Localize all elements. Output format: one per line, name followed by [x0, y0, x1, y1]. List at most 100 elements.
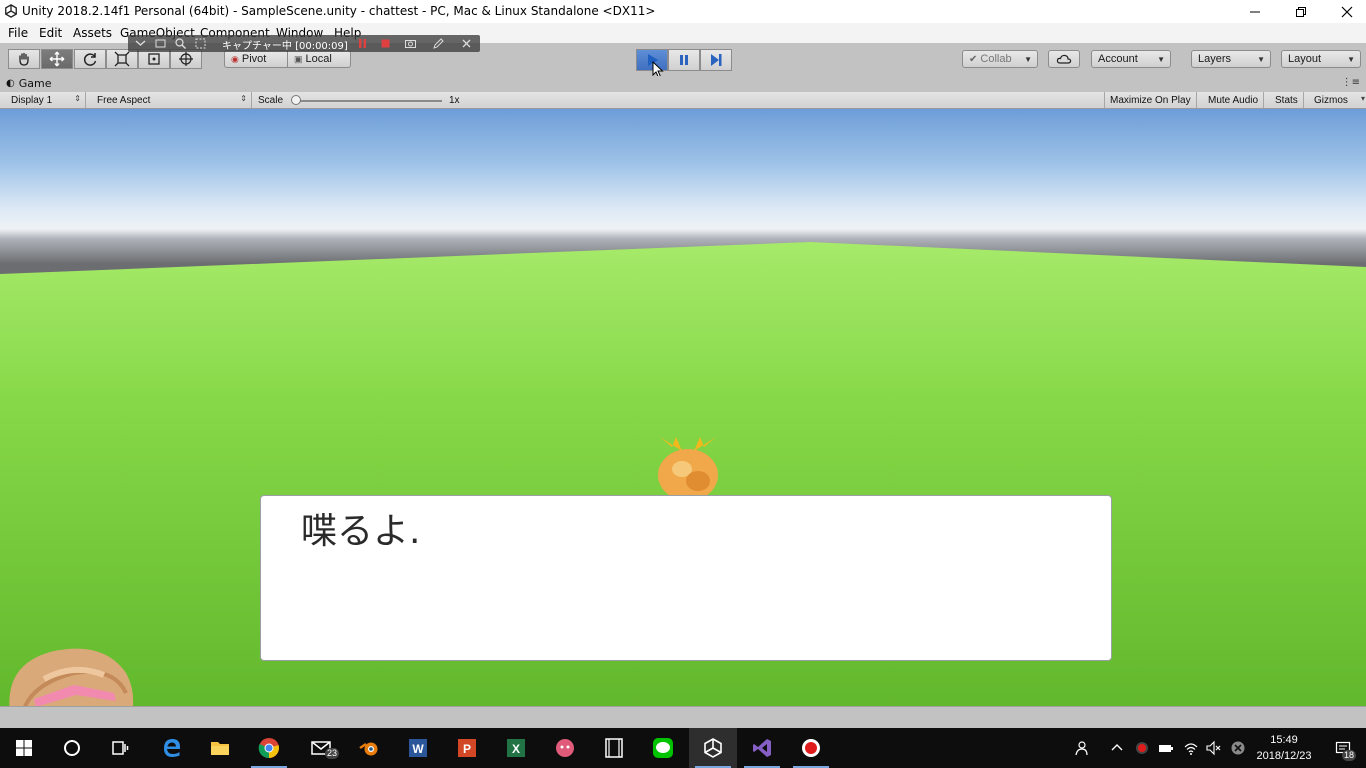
- recorder-zoom-icon[interactable]: [174, 37, 187, 50]
- chrome-app[interactable]: [245, 728, 293, 768]
- gizmos-dropdown[interactable]: Gizmos ▾: [1309, 92, 1366, 108]
- menu-assets[interactable]: Assets: [73, 26, 112, 40]
- layers-label: Layers: [1198, 53, 1232, 65]
- collab-caret-icon: ▼: [1024, 55, 1032, 64]
- recorder-stop-icon[interactable]: [379, 37, 392, 50]
- visual-studio-app[interactable]: [738, 728, 786, 768]
- film-strip-icon: [605, 738, 623, 758]
- edge-app[interactable]: [148, 728, 196, 768]
- account-dropdown[interactable]: Account ▼: [1091, 50, 1171, 68]
- scale-tool-button[interactable]: [106, 49, 138, 69]
- step-icon: [711, 54, 722, 66]
- line-chat-icon: [653, 738, 673, 758]
- window-title: Unity 2018.2.14f1 Personal (64bit) - Sam…: [22, 4, 656, 18]
- action-center-button[interactable]: 18: [1328, 728, 1358, 768]
- powerpoint-app[interactable]: P: [443, 728, 491, 768]
- collab-dropdown[interactable]: ✔ Collab ▼: [962, 50, 1038, 68]
- hand-tool-button[interactable]: [8, 49, 40, 69]
- pause-button[interactable]: [668, 49, 700, 71]
- file-explorer-app[interactable]: [196, 728, 244, 768]
- layers-caret-icon: ▼: [1257, 55, 1265, 64]
- wifi-icon: [1184, 743, 1198, 755]
- error-circle-icon: [1231, 741, 1245, 755]
- start-button[interactable]: [0, 728, 48, 768]
- menu-edit[interactable]: Edit: [39, 26, 62, 40]
- layers-dropdown[interactable]: Layers ▼: [1191, 50, 1271, 68]
- rect-tool-button[interactable]: [138, 49, 170, 69]
- recorder-window-icon[interactable]: [154, 37, 167, 50]
- recorder-pause-icon[interactable]: [356, 37, 369, 50]
- network-error-button[interactable]: [1227, 728, 1249, 768]
- scale-slider-track[interactable]: [292, 100, 442, 102]
- cortana-button[interactable]: [48, 728, 96, 768]
- task-view-button[interactable]: [96, 728, 144, 768]
- recorder-pen-icon[interactable]: [432, 37, 445, 50]
- scale-value: 1x: [449, 94, 460, 106]
- excel-app[interactable]: X: [492, 728, 540, 768]
- window-titlebar: Unity 2018.2.14f1 Personal (64bit) - Sam…: [0, 0, 1366, 23]
- recorder-camera-icon[interactable]: [404, 37, 417, 50]
- game-tab[interactable]: ◐ Game: [6, 77, 51, 90]
- rect-transform-icon: [148, 53, 160, 65]
- rotate-icon: [83, 53, 97, 66]
- transform-tool-button[interactable]: [170, 49, 202, 69]
- recorder-region-icon[interactable]: [194, 37, 207, 50]
- pivot-toggle[interactable]: ◉ Pivot: [224, 50, 288, 68]
- unity-app[interactable]: [689, 728, 737, 768]
- local-toggle[interactable]: ▣ Local: [287, 50, 351, 68]
- display-select[interactable]: Display 1 ⇕: [6, 92, 86, 108]
- line-app[interactable]: [639, 728, 687, 768]
- move-tool-button[interactable]: [41, 49, 73, 69]
- show-hidden-icons-button[interactable]: [1106, 728, 1128, 768]
- volume-button[interactable]: [1203, 728, 1225, 768]
- display-label: Display 1: [11, 94, 53, 106]
- battery-button[interactable]: [1155, 728, 1177, 768]
- screen-recorder-app[interactable]: [787, 728, 835, 768]
- people-button[interactable]: [1068, 728, 1094, 768]
- mail-app[interactable]: 23: [297, 728, 345, 768]
- stats-toggle[interactable]: Stats: [1270, 92, 1304, 108]
- aspect-select-arrow-icon: ⇕: [240, 94, 247, 103]
- restore-button[interactable]: [1278, 0, 1324, 23]
- powerpoint-icon: P: [458, 739, 476, 757]
- layout-dropdown[interactable]: Layout ▼: [1281, 50, 1361, 68]
- clock-date: 2018/12/23: [1256, 750, 1312, 762]
- panel-menu-icon[interactable]: ⋮≡: [1342, 77, 1360, 88]
- cloud-button[interactable]: [1048, 50, 1080, 68]
- people-icon: [1075, 741, 1088, 756]
- chrome-icon: [258, 738, 279, 759]
- anime-app[interactable]: [541, 728, 589, 768]
- aspect-label: Free Aspect: [97, 94, 151, 106]
- game-view-toolbar: Display 1 ⇕ Free Aspect ⇕ Scale 1x Maxim…: [0, 92, 1366, 109]
- aspect-select[interactable]: Free Aspect ⇕: [92, 92, 252, 108]
- cortana-circle-icon: [64, 740, 80, 756]
- menu-file[interactable]: File: [8, 26, 28, 40]
- step-button[interactable]: [700, 49, 732, 71]
- move-icon: [49, 51, 65, 67]
- folder-icon: [211, 742, 229, 755]
- close-button[interactable]: [1324, 0, 1366, 23]
- local-label: Local: [305, 53, 332, 65]
- recorder-menu-icon[interactable]: [134, 37, 147, 50]
- blender-icon: [359, 742, 378, 756]
- maximize-on-play-toggle[interactable]: Maximize On Play: [1104, 92, 1197, 108]
- dialog-box: 喋るよ.: [260, 495, 1112, 661]
- recording-tray-button[interactable]: [1131, 728, 1153, 768]
- word-app[interactable]: W: [394, 728, 442, 768]
- wifi-button[interactable]: [1180, 728, 1202, 768]
- mute-audio-toggle[interactable]: Mute Audio: [1203, 92, 1265, 108]
- movie-editor-app[interactable]: [590, 728, 638, 768]
- restore-icon: [1296, 6, 1306, 17]
- game-viewport[interactable]: 喋るよ.: [0, 109, 1366, 706]
- minimize-button[interactable]: [1232, 0, 1278, 23]
- taskbar-clock[interactable]: 15:49 2018/12/23: [1252, 732, 1316, 764]
- scale-slider-thumb[interactable]: [291, 95, 301, 105]
- word-icon: W: [409, 739, 427, 757]
- blender-app[interactable]: [345, 728, 393, 768]
- transform-icon: [179, 52, 193, 66]
- unity-taskbar-icon: [704, 738, 722, 758]
- battery-icon: [1159, 745, 1173, 752]
- recorder-close-icon[interactable]: [460, 37, 473, 50]
- rotate-tool-button[interactable]: [74, 49, 106, 69]
- gizmos-label: Gizmos: [1314, 94, 1348, 106]
